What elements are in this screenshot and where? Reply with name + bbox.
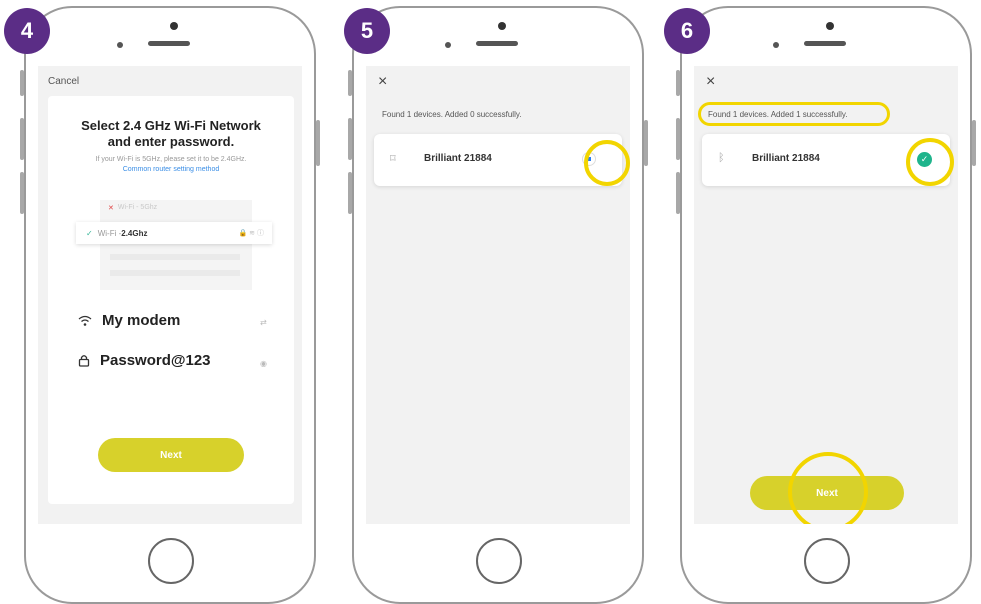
front-camera bbox=[826, 22, 834, 30]
router-help-link[interactable]: Common router setting method bbox=[52, 166, 290, 173]
phone-step-4: Cancel Select 2.4 GHz Wi-Fi Network and … bbox=[20, 6, 320, 604]
ssid-value: My modem bbox=[102, 312, 181, 329]
check-icon: ✓ bbox=[86, 228, 93, 238]
network-status-icons: 🔒 ≋ ⓘ bbox=[238, 230, 264, 237]
power-button bbox=[644, 120, 648, 166]
password-field[interactable]: Password@123 bbox=[78, 352, 211, 369]
band-hint: If your Wi-Fi is 5GHz, please set it to … bbox=[95, 156, 247, 163]
screen: × Found 1 devices. Added 0 successfully.… bbox=[366, 66, 630, 524]
screen: Cancel Select 2.4 GHz Wi-Fi Network and … bbox=[38, 66, 302, 524]
mute-switch bbox=[676, 70, 680, 96]
bad-network-label: Wi-Fi - 5Ghz bbox=[117, 204, 158, 211]
good-network-row: ✓ Wi-Fi - 2.4Ghz 🔒 ≋ ⓘ bbox=[76, 222, 272, 244]
highlight-ring-success bbox=[906, 138, 954, 186]
good-network-band: 2.4Ghz bbox=[121, 228, 148, 238]
close-button[interactable]: × bbox=[378, 74, 387, 90]
step-badge: 4 bbox=[4, 8, 50, 54]
home-button[interactable] bbox=[476, 538, 522, 584]
earpiece-speaker bbox=[476, 41, 518, 46]
lock-icon bbox=[78, 355, 90, 367]
page-title: Select 2.4 GHz Wi-Fi Network and enter p… bbox=[81, 118, 261, 149]
network-illustration: ✕ Wi-Fi - 5Ghz ✓ Wi-Fi - 2.4Ghz 🔒 ≋ ⓘ bbox=[76, 200, 272, 290]
bluetooth-icon: ᛒ bbox=[718, 152, 725, 164]
ssid-field[interactable]: My modem bbox=[78, 312, 180, 329]
earpiece-speaker bbox=[804, 41, 846, 46]
device-name: Brilliant 21884 bbox=[424, 153, 492, 164]
mute-switch bbox=[348, 70, 352, 96]
error-cross-icon: ✕ bbox=[108, 205, 114, 212]
scan-status: Found 1 devices. Added 0 successfully. bbox=[382, 110, 522, 119]
proximity-sensor bbox=[445, 42, 451, 48]
phone-step-6: × Found 1 devices. Added 1 successfully.… bbox=[676, 6, 976, 604]
highlight-ring-next bbox=[788, 452, 868, 524]
plug-icon: ⌑ bbox=[390, 153, 396, 165]
power-button bbox=[972, 120, 976, 166]
password-value: Password@123 bbox=[100, 352, 211, 369]
front-camera bbox=[498, 22, 506, 30]
proximity-sensor bbox=[773, 42, 779, 48]
volume-up-button bbox=[348, 118, 352, 160]
device-name: Brilliant 21884 bbox=[752, 153, 820, 164]
close-button[interactable]: × bbox=[706, 74, 715, 90]
switch-network-icon[interactable]: ⇄ bbox=[260, 318, 267, 327]
home-button[interactable] bbox=[804, 538, 850, 584]
proximity-sensor bbox=[117, 42, 123, 48]
volume-up-button bbox=[20, 118, 24, 160]
cancel-button[interactable]: Cancel bbox=[48, 76, 79, 87]
highlight-ring-progress bbox=[584, 140, 630, 186]
step-badge: 5 bbox=[344, 8, 390, 54]
volume-down-button bbox=[348, 172, 352, 214]
step-badge: 6 bbox=[664, 8, 710, 54]
good-network-prefix: Wi-Fi - bbox=[97, 228, 122, 238]
wifi-icon bbox=[78, 315, 92, 326]
wifi-form-card: Select 2.4 GHz Wi-Fi Network and enter p… bbox=[48, 96, 294, 504]
volume-up-button bbox=[676, 118, 680, 160]
screen: × Found 1 devices. Added 1 successfully.… bbox=[694, 66, 958, 524]
show-password-eye-icon[interactable]: ◉ bbox=[260, 359, 267, 368]
front-camera bbox=[170, 22, 178, 30]
volume-down-button bbox=[20, 172, 24, 214]
earpiece-speaker bbox=[148, 41, 190, 46]
phone-step-5: × Found 1 devices. Added 0 successfully.… bbox=[348, 6, 648, 604]
placeholder-row bbox=[110, 254, 240, 260]
volume-down-button bbox=[676, 172, 680, 214]
next-button[interactable]: Next bbox=[98, 438, 244, 472]
highlight-ring-status bbox=[698, 102, 890, 126]
mute-switch bbox=[20, 70, 24, 96]
placeholder-row bbox=[110, 270, 240, 276]
power-button bbox=[316, 120, 320, 166]
home-button[interactable] bbox=[148, 538, 194, 584]
